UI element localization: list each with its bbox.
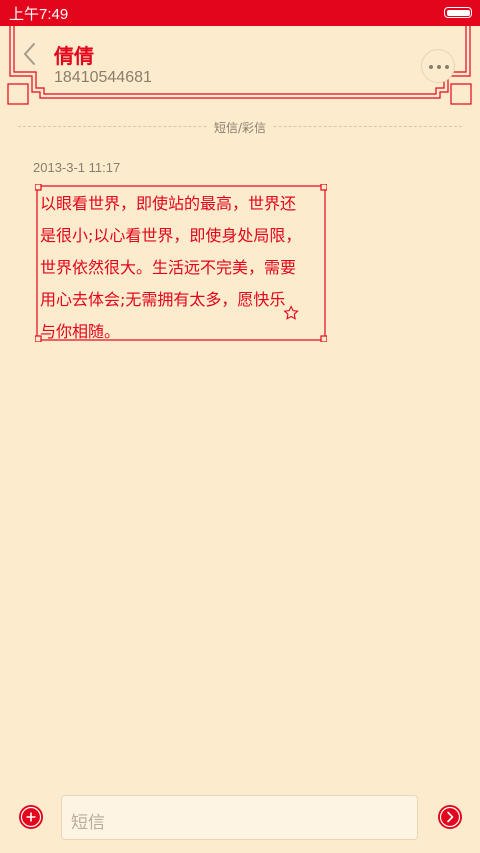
message-line: 世界依然很大。生活远不完美，需要 — [40, 258, 297, 277]
message-text: 以眼看世界，即使站的最高，世界还 是很小;以心看世界，即使身处局限， 世界依然很… — [40, 188, 322, 348]
contact-number: 18410544681 — [54, 69, 152, 86]
contact-name: 倩倩 — [54, 44, 94, 68]
message-line: 以眼看世界，即使站的最高，世界还 — [40, 194, 297, 213]
thread-divider: 短信/彩信 — [18, 118, 462, 135]
status-time: 上午7:49 — [9, 6, 69, 23]
message-timestamp: 2013-3-1 11:17 — [33, 160, 121, 175]
message-line: 与你相随。 — [40, 322, 121, 341]
status-bar: 上午7:49 — [0, 0, 480, 26]
more-dot — [429, 65, 433, 69]
message-line: 用心去体会;无需拥有太多，愿快乐 — [40, 290, 286, 309]
divider-label: 短信/彩信 — [207, 121, 273, 135]
message-input[interactable]: 短信 — [61, 795, 418, 840]
message-input-placeholder: 短信 — [71, 813, 105, 833]
battery-icon — [444, 7, 472, 18]
back-button[interactable] — [18, 40, 42, 68]
message-line: 是很小;以心看世界，即使身处局限， — [40, 226, 302, 245]
more-options-button[interactable] — [421, 49, 455, 83]
more-dot — [445, 65, 449, 69]
send-button[interactable] — [437, 804, 463, 830]
more-dot — [437, 65, 441, 69]
add-attachment-button[interactable] — [18, 804, 44, 830]
